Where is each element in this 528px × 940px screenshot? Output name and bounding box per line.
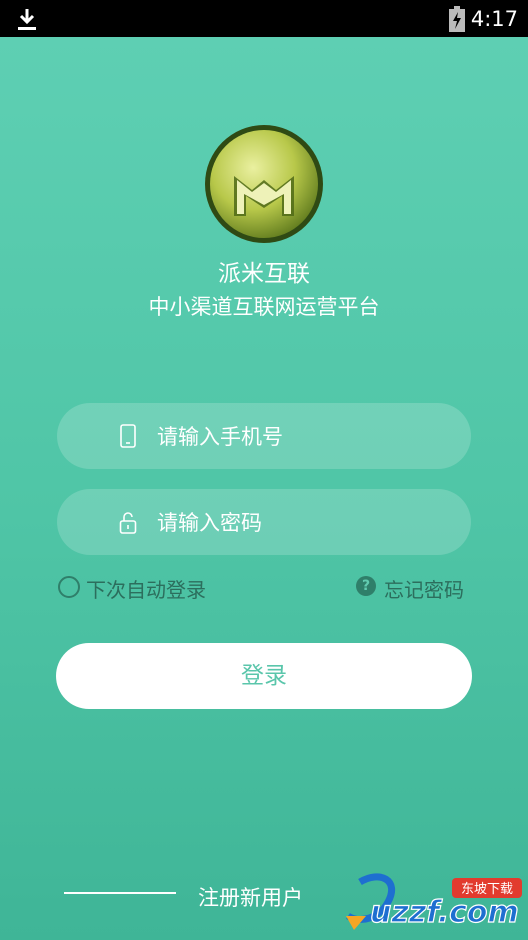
download-icon — [18, 9, 36, 30]
app-subtitle: 中小渠道互联网运营平台 — [148, 295, 380, 319]
forgot-label: 忘记密码 — [384, 578, 464, 602]
status-bar: 4:17 — [0, 0, 528, 37]
watermark-logo: uzzf.com 东坡下载 — [346, 873, 522, 931]
clock: 4:17 — [470, 7, 518, 31]
phone-field[interactable] — [57, 403, 471, 471]
login-button[interactable]: 登录 — [56, 643, 472, 709]
register-link[interactable]: 注册新用户 — [198, 882, 303, 912]
password-input[interactable] — [155, 489, 449, 557]
battery-charging-icon — [449, 6, 465, 32]
question-icon: ? — [356, 576, 376, 596]
watermark-text: uzzf.com — [370, 895, 519, 930]
password-field[interactable] — [57, 489, 471, 557]
radio-icon[interactable] — [58, 576, 80, 598]
watermark-badge: 东坡下载 — [461, 882, 513, 897]
phone-icon — [120, 424, 136, 448]
m-logo-icon — [205, 125, 323, 243]
divider — [64, 892, 176, 894]
phone-input[interactable] — [155, 403, 449, 471]
app-name: 派米互联 — [218, 261, 310, 287]
remember-label: 下次自动登录 — [86, 578, 206, 602]
lock-icon — [119, 512, 137, 534]
